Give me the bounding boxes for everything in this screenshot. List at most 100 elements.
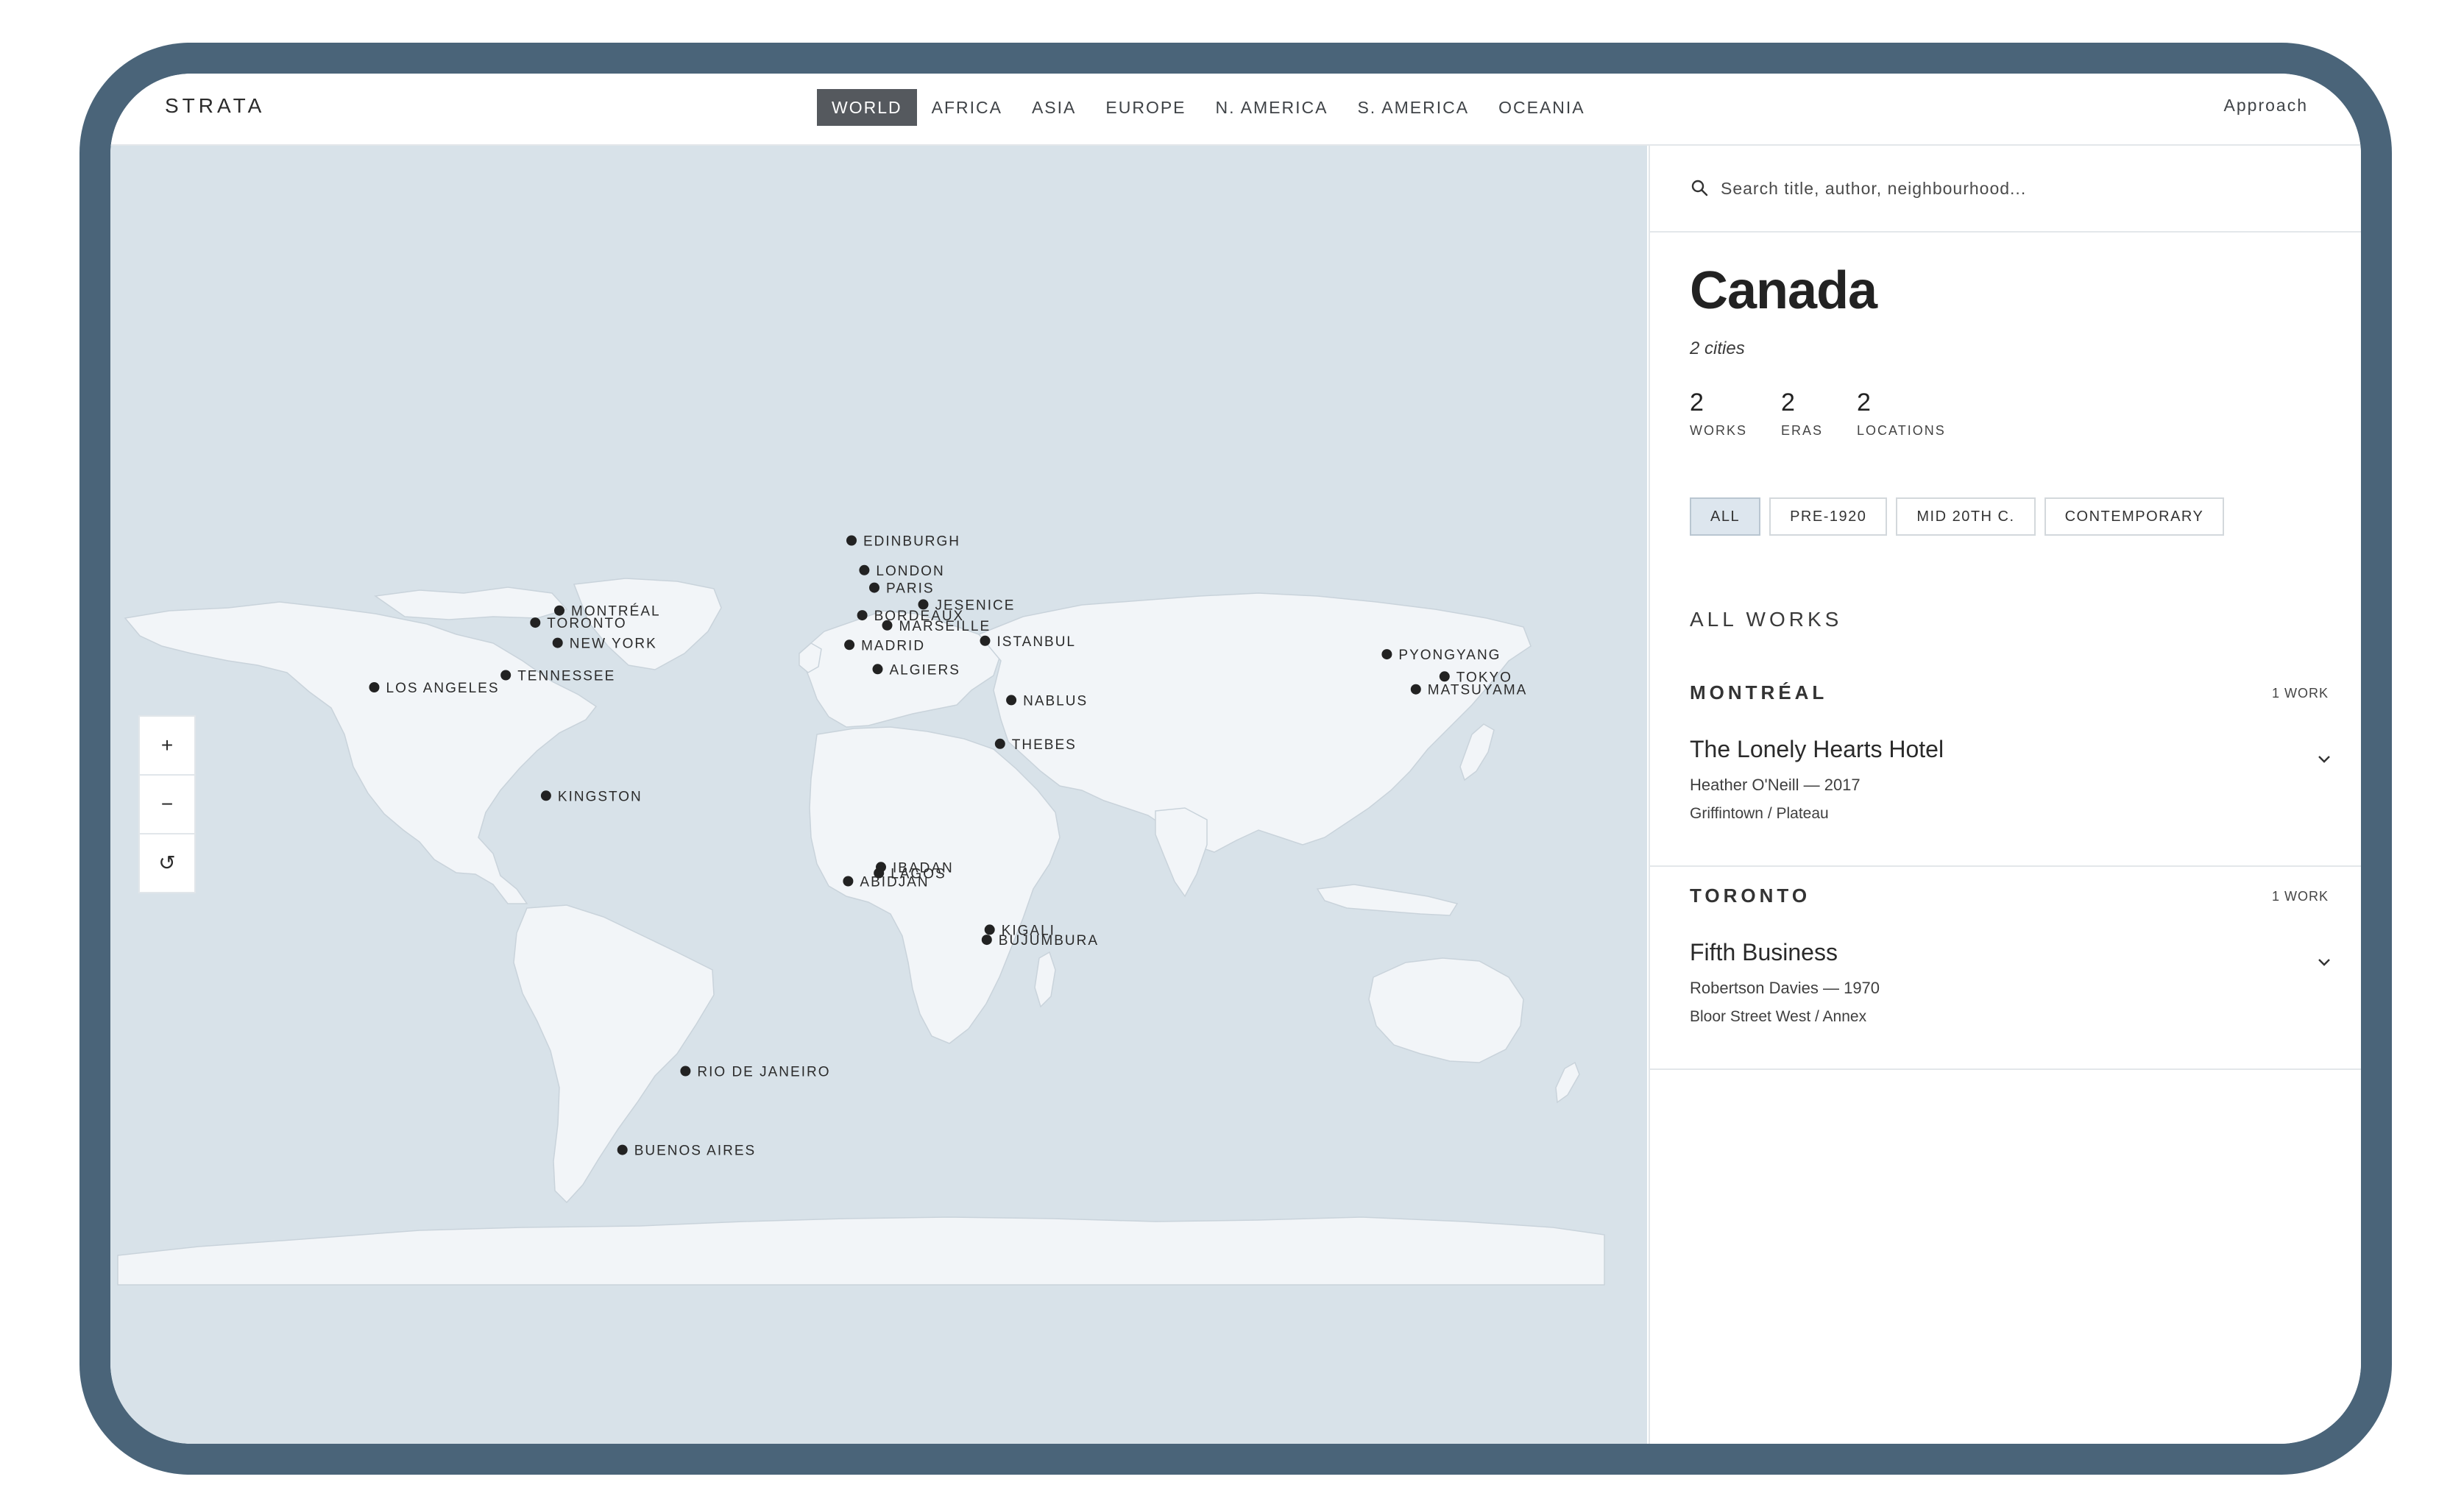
work-author-year: Heather O'Neill — 2017: [1690, 776, 1861, 794]
stat-works: 2 WORKS: [1690, 389, 1747, 439]
city-label: MADRID: [861, 638, 925, 653]
land-southeast-asia: [1316, 884, 1459, 916]
world-map[interactable]: EDINBURGH LONDON BORDEAUX PARIS JESENICE MARS…: [110, 146, 1647, 1444]
zoom-controls: + − ↺: [138, 715, 196, 893]
filter-mid-20th[interactable]: MID 20TH C.: [1896, 497, 2036, 536]
city-label: IBADAN: [893, 860, 954, 876]
city-marker[interactable]: [554, 605, 564, 616]
chevron-down-icon[interactable]: [2315, 751, 2333, 768]
filter-all[interactable]: ALL: [1690, 497, 1761, 536]
city-label: LOS ANGELES: [386, 681, 500, 696]
city-label: JESENICE: [935, 598, 1016, 613]
city-marker[interactable]: [552, 637, 563, 648]
city-name: MONTRÉAL: [1690, 681, 1828, 703]
city-marker[interactable]: [680, 1066, 691, 1077]
city-marker[interactable]: [617, 1144, 628, 1155]
city-label: RIO DE JANEIRO: [697, 1065, 830, 1080]
country-subtitle: 2 cities: [1690, 338, 1745, 358]
stat-locations: 2 LOCATIONS: [1857, 389, 1946, 439]
city-label: PARIS: [886, 581, 935, 597]
land-north-america: [124, 601, 598, 904]
zoom-in-button[interactable]: +: [140, 717, 194, 776]
search-input[interactable]: [1719, 172, 2326, 205]
city-marker[interactable]: [1006, 695, 1017, 706]
city-marker[interactable]: [857, 610, 868, 621]
city-marker[interactable]: [876, 862, 886, 873]
city-marker[interactable]: [843, 876, 854, 887]
city-marker[interactable]: [859, 564, 870, 575]
city-marker[interactable]: [846, 535, 857, 546]
city-marker[interactable]: [981, 935, 992, 946]
land-antarctica: [117, 1216, 1605, 1286]
city-label: TORONTO: [547, 616, 626, 631]
region-nav: WORLD AFRICA ASIA EUROPE N. AMERICA S. A…: [817, 88, 1600, 127]
work-location: Bloor Street West / Annex: [1690, 1008, 1867, 1025]
city-marker[interactable]: [1410, 684, 1421, 695]
country-title: Canada: [1690, 261, 1877, 320]
nav-africa[interactable]: AFRICA: [917, 89, 1017, 126]
city-label: ALGIERS: [890, 662, 960, 678]
stat-value: 2: [1857, 389, 1871, 417]
city-work-count: 1 WORK: [2271, 686, 2329, 701]
city-label: BUJUMBURA: [999, 933, 1099, 949]
city-marker[interactable]: [540, 790, 551, 801]
city-marker[interactable]: [1439, 671, 1450, 682]
details-panel: Canada 2 cities 2 WORKS 2 ERAS 2 LOCATIO…: [1649, 146, 2361, 1444]
city-label: KINGSTON: [558, 789, 642, 804]
city-marker[interactable]: [500, 670, 511, 681]
approach-link[interactable]: Approach: [2224, 96, 2308, 116]
city-marker[interactable]: [980, 635, 991, 646]
city-label: NABLUS: [1023, 693, 1088, 709]
city-label: TENNESSEE: [517, 669, 615, 684]
city-marker[interactable]: [1381, 649, 1392, 660]
nav-world[interactable]: WORLD: [817, 89, 917, 126]
map-canvas[interactable]: EDINBURGHLONDONBORDEAUXPARISJESENICEMARS…: [110, 146, 1647, 1444]
work-title[interactable]: The Lonely Hearts Hotel: [1690, 736, 1944, 763]
land-australia: [1368, 957, 1524, 1063]
land-new-zealand: [1555, 1061, 1580, 1104]
city-marker[interactable]: [844, 639, 855, 651]
filter-pre-1920[interactable]: PRE-1920: [1769, 497, 1888, 536]
device-frame: STRATA WORLD AFRICA ASIA EUROPE N. AMERI…: [79, 43, 2392, 1475]
section-title: ALL WORKS: [1690, 608, 1843, 631]
brand-logo[interactable]: STRATA: [165, 94, 265, 118]
filter-contemporary[interactable]: CONTEMPORARY: [2044, 497, 2225, 536]
city-marker[interactable]: [984, 924, 995, 935]
country-stats: 2 WORKS 2 ERAS 2 LOCATIONS: [1690, 389, 1980, 439]
reset-view-button[interactable]: ↺: [140, 834, 194, 892]
city-marker[interactable]: [869, 582, 879, 593]
stat-label: ERAS: [1781, 423, 1824, 438]
city-marker[interactable]: [530, 617, 541, 628]
city-label: NEW YORK: [570, 637, 657, 652]
nav-europe[interactable]: EUROPE: [1091, 89, 1200, 126]
nav-south-america[interactable]: S. AMERICA: [1342, 89, 1484, 126]
zoom-out-button[interactable]: −: [140, 776, 194, 834]
city-marker[interactable]: [882, 620, 893, 631]
nav-north-america[interactable]: N. AMERICA: [1201, 89, 1343, 126]
city-marker[interactable]: [994, 738, 1005, 749]
stat-label: WORKS: [1690, 423, 1748, 438]
work-location: Griffintown / Plateau: [1690, 805, 1829, 822]
city-label: PYONGYANG: [1398, 648, 1501, 663]
work-title[interactable]: Fifth Business: [1690, 939, 1838, 966]
nav-oceania[interactable]: OCEANIA: [1484, 89, 1600, 126]
city-marker[interactable]: [872, 664, 883, 675]
stat-eras: 2 ERAS: [1781, 389, 1823, 439]
stat-value: 2: [1690, 389, 1704, 417]
landmasses: [117, 578, 1605, 1286]
land-india: [1155, 807, 1208, 898]
city-label: EDINBURGH: [863, 534, 960, 550]
city-marker[interactable]: [918, 599, 929, 610]
city-label: ABIDJAN: [860, 875, 929, 890]
city-label: LONDON: [876, 564, 944, 579]
city-label: MARSEILLE: [899, 619, 991, 634]
city-marker[interactable]: [369, 682, 380, 692]
work-author-year: Robertson Davies — 1970: [1690, 979, 1880, 997]
chevron-down-icon[interactable]: [2315, 954, 2333, 971]
stat-value: 2: [1781, 389, 1795, 417]
era-filters: ALL PRE-1920 MID 20TH C. CONTEMPORARY: [1690, 497, 2233, 536]
city-name: TORONTO: [1690, 885, 1811, 907]
nav-asia[interactable]: ASIA: [1017, 89, 1091, 126]
land-asia: [977, 592, 1532, 853]
land-japan: [1459, 723, 1495, 781]
